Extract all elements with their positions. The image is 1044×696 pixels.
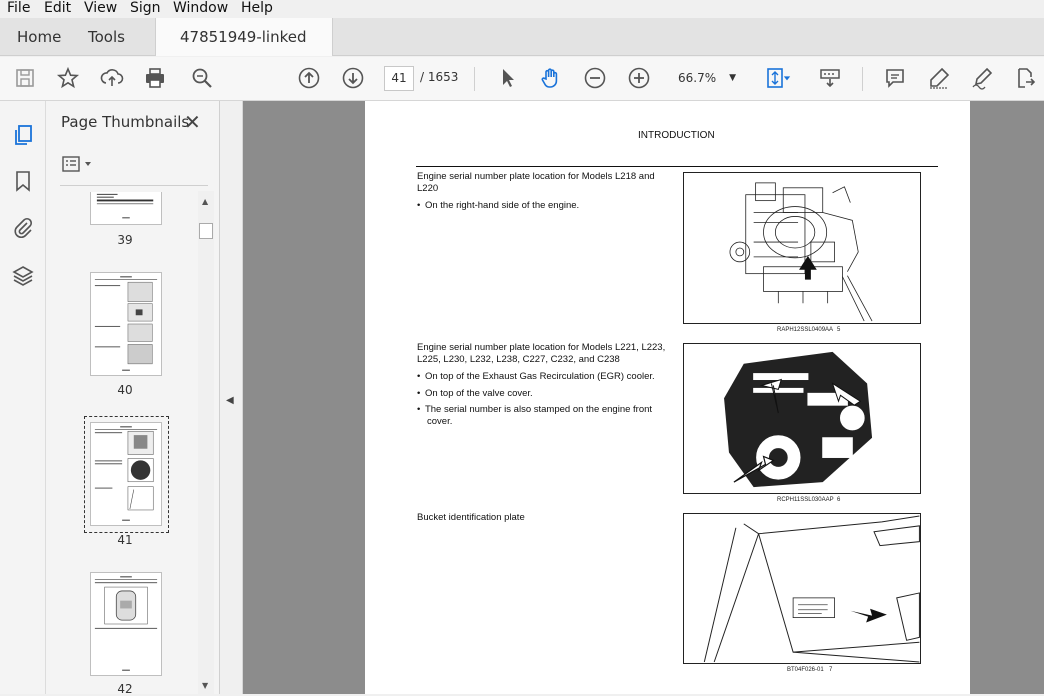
toolbar: 41 / 1653 66.7% ▼ <box>0 57 1044 101</box>
bullet-text: On top of the valve cover. <box>424 388 533 399</box>
scrollbar-thumb[interactable] <box>199 223 213 239</box>
menu-window[interactable]: Window <box>173 0 228 16</box>
tab-tools[interactable]: Tools <box>88 18 125 56</box>
bullet-text: The serial number is also stamped on the… <box>424 404 653 427</box>
thumbnail-number: 41 <box>117 533 133 547</box>
print-icon[interactable] <box>142 65 168 91</box>
menu-file[interactable]: File <box>7 0 30 16</box>
document-viewer[interactable]: INTRODUCTION Engine serial number plate … <box>243 101 1044 694</box>
bullet-text: On the right-hand side of the engine. <box>424 200 580 211</box>
bookmarks-icon[interactable] <box>11 169 35 193</box>
scroll-up-icon[interactable]: ▲ <box>202 197 208 206</box>
zoom-value: 66.7% <box>678 71 717 85</box>
figure-caption: BT04F026-01 <box>787 667 824 673</box>
section-title: Engine serial number plate location for … <box>417 342 666 365</box>
figure-caption: RCPH11SSL030AAP <box>777 497 834 503</box>
prev-page-icon[interactable] <box>296 65 322 91</box>
export-icon[interactable] <box>1012 65 1038 91</box>
thumbnail-number: 40 <box>117 383 133 397</box>
select-cursor-icon[interactable] <box>495 65 521 91</box>
page-thumbnails-icon[interactable] <box>11 123 35 147</box>
zoom-out-icon[interactable] <box>582 65 608 91</box>
scroll-mode-icon[interactable] <box>817 65 843 91</box>
layers-icon[interactable] <box>11 264 35 288</box>
left-rail <box>0 101 46 694</box>
figure-number: 7 <box>829 667 833 673</box>
highlight-icon[interactable] <box>926 65 952 91</box>
bullet-item: • On the right-hand side of the engine. <box>417 200 580 211</box>
tab-home[interactable]: Home <box>17 18 61 56</box>
thumbnail-options-button[interactable] <box>60 155 100 175</box>
attachments-icon[interactable] <box>11 216 35 240</box>
thumbnail-number: 39 <box>117 233 133 247</box>
tab-bar: Home Tools 47851949-linked p... <box>0 18 1044 84</box>
toolbar-divider <box>862 67 863 91</box>
panel-divider <box>60 185 208 186</box>
bullet-text: On top of the Exhaust Gas Recirculation … <box>424 371 655 382</box>
collapse-panel-handle[interactable]: ◀ <box>220 101 243 694</box>
header-rule <box>416 166 938 167</box>
menu-bar: File Edit View Sign Window Help <box>0 0 1044 18</box>
thumbnail-page-39[interactable] <box>90 192 162 225</box>
menu-help[interactable]: Help <box>241 0 273 16</box>
panel-title: Page Thumbnails <box>61 113 190 131</box>
document-page: INTRODUCTION Engine serial number plate … <box>365 101 970 694</box>
page-number-input[interactable]: 41 <box>384 66 414 91</box>
zoom-select[interactable]: 66.7% ▼ <box>668 66 742 91</box>
next-page-icon[interactable] <box>340 65 366 91</box>
menu-sign[interactable]: Sign <box>130 0 161 16</box>
collapse-arrow-icon[interactable]: ◀ <box>226 395 234 406</box>
hand-tool-icon[interactable] <box>538 65 564 91</box>
section-title: Bucket identification plate <box>417 512 525 523</box>
find-icon[interactable] <box>189 65 215 91</box>
menu-edit[interactable]: Edit <box>44 0 71 16</box>
thumbnail-page-40[interactable] <box>90 272 162 376</box>
thumbnail-page-42[interactable] <box>90 572 162 676</box>
chevron-down-icon: ▼ <box>729 73 736 83</box>
figure-number: 6 <box>837 497 841 503</box>
save-icon[interactable] <box>12 65 38 91</box>
page-total: / 1653 <box>420 70 459 84</box>
engine-figure-6 <box>683 343 921 494</box>
tab-document[interactable]: 47851949-linked p... <box>155 18 333 84</box>
section-title: Engine serial number plate location for … <box>417 171 655 194</box>
bullet-item: • On top of the valve cover. <box>417 388 533 399</box>
thumbnails-scrollbar[interactable]: ▲ ▼ <box>198 191 214 694</box>
engine-figure-5 <box>683 172 921 324</box>
menu-view[interactable]: View <box>84 0 117 16</box>
fit-page-chevron-icon[interactable] <box>780 65 794 91</box>
comment-icon[interactable] <box>882 65 908 91</box>
bullet-item: • On top of the Exhaust Gas Recirculatio… <box>417 371 655 382</box>
zoom-in-icon[interactable] <box>626 65 652 91</box>
sign-icon[interactable] <box>969 65 995 91</box>
bookmark-star-icon[interactable] <box>55 65 81 91</box>
thumbnails-panel: Page Thumbnails ✕ 39 40 41 42 <box>46 101 220 696</box>
figure-number: 5 <box>837 327 841 333</box>
page-header: INTRODUCTION <box>638 130 715 141</box>
bullet-item: • The serial number is also stamped on t… <box>417 404 653 427</box>
close-icon[interactable]: ✕ <box>184 110 201 134</box>
upload-icon[interactable] <box>99 65 125 91</box>
thumbnail-page-41[interactable] <box>90 422 162 526</box>
toolbar-divider <box>474 67 475 91</box>
bucket-figure-7 <box>683 513 921 664</box>
scroll-down-icon[interactable]: ▼ <box>202 681 208 690</box>
figure-caption: RAPH12SSL0409AA <box>777 327 834 333</box>
